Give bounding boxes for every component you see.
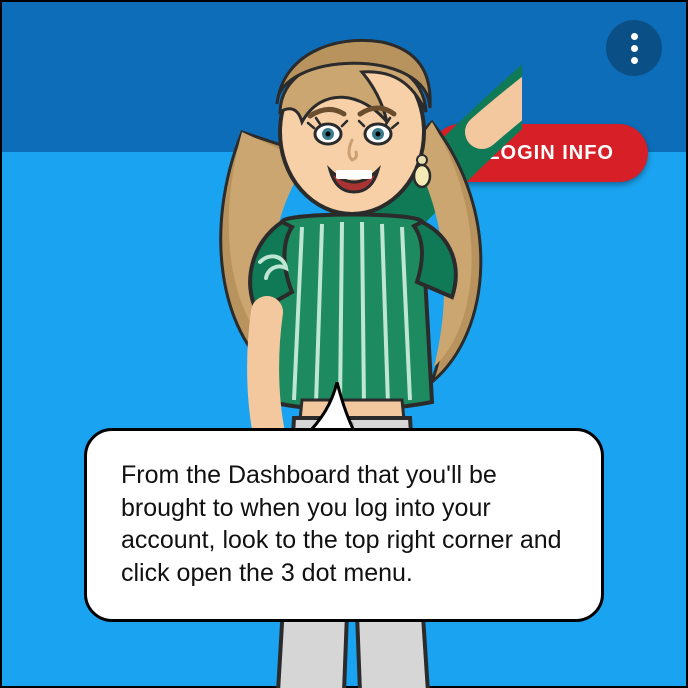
- kebab-dot-icon: [631, 45, 638, 52]
- tutorial-frame: D LOGIN INFO: [0, 0, 688, 688]
- speech-bubble: From the Dashboard that you'll be brough…: [84, 428, 604, 622]
- kebab-dot-icon: [631, 57, 638, 64]
- kebab-menu-button[interactable]: [606, 20, 662, 76]
- login-info-label: D LOGIN INFO: [465, 142, 614, 165]
- kebab-dot-icon: [631, 33, 638, 40]
- login-info-button[interactable]: D LOGIN INFO: [431, 124, 648, 182]
- speech-text: From the Dashboard that you'll be brough…: [121, 461, 562, 587]
